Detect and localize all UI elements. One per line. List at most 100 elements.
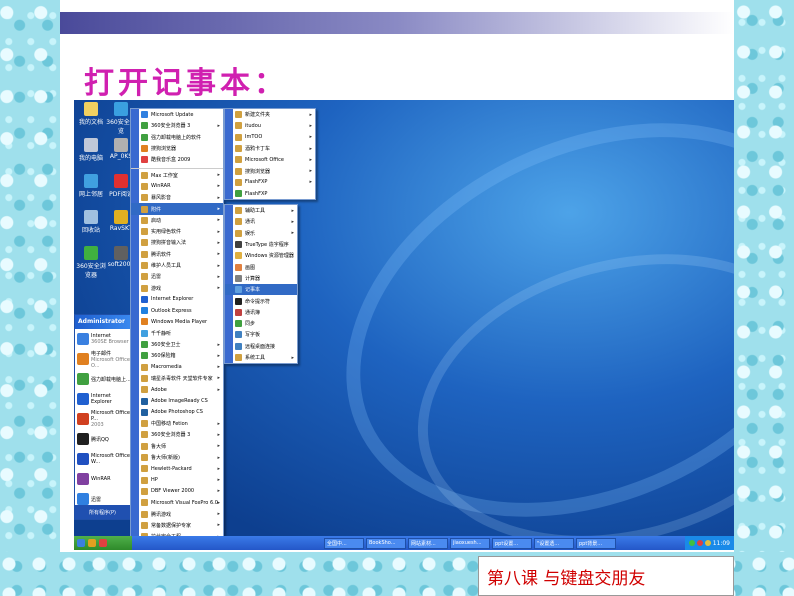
menu-item[interactable]: 360安全浏览器 3 ▸	[131, 120, 223, 131]
menu-item[interactable]: DBF Viewer 2000 ▸	[131, 486, 223, 497]
menu-item[interactable]: 腾讯软件 ▸	[131, 249, 223, 260]
chevron-right-icon: ▸	[217, 251, 220, 258]
menu-item-label: 附件	[151, 206, 162, 213]
start-menu-item[interactable]: Microsoft Office W...	[75, 449, 133, 469]
menu-item[interactable]: 暴风影音 ▸	[131, 192, 223, 203]
menu-item[interactable]: 同步	[225, 318, 297, 329]
all-programs-button[interactable]: 所有程序(P)	[75, 505, 133, 519]
menu-item[interactable]: Macromedia ▸	[131, 362, 223, 373]
menu-item[interactable]: 命令提示符	[225, 295, 297, 306]
menu-item-label: 瑞星杀毒软件 天堂软件专家	[151, 375, 213, 382]
taskbar-window-button[interactable]: jiaoxuesh...	[450, 537, 490, 549]
taskbar-window-button[interactable]: "设置透...	[534, 537, 574, 549]
menu-item-label: FlashFXP	[245, 179, 268, 186]
menu-item[interactable]: 系统工具 ▸	[225, 352, 297, 363]
menu-item[interactable]: 腾讯游戏 ▸	[131, 508, 223, 519]
menu-item[interactable]: 鲁大师(新版) ▸	[131, 452, 223, 463]
menu-item[interactable]: 鲁大师 ▸	[131, 441, 223, 452]
start-menu-item[interactable]: 电子邮件 Microsoft Office O...	[75, 349, 133, 369]
menu-item[interactable]: 画图	[225, 261, 297, 272]
menu-item[interactable]: 搜狗浏览器	[131, 143, 223, 154]
chevron-right-icon: ▸	[217, 386, 220, 393]
menu-item[interactable]: WinRAR ▸	[131, 181, 223, 192]
start-button[interactable]	[74, 536, 132, 550]
menu-item[interactable]: Microsoft Office ▸	[225, 154, 315, 165]
desktop-icon[interactable]: 网上邻居	[76, 174, 106, 198]
tray-icon[interactable]	[704, 540, 711, 546]
menu-item[interactable]: Hewlett-Packard ▸	[131, 463, 223, 474]
menu-item[interactable]: 搜狗浏览器 ▸	[225, 165, 315, 176]
menu-item[interactable]: Microsoft Visual FoxPro 6.0 ▸	[131, 497, 223, 508]
menu-item[interactable]: 实用绿色软件 ▸	[131, 226, 223, 237]
quick-launch-icon[interactable]	[88, 539, 96, 547]
menu-item[interactable]: FlashFXP	[225, 188, 315, 199]
tray-icon[interactable]	[696, 540, 703, 546]
menu-item[interactable]: TrueType 造字程序	[225, 239, 297, 250]
menu-item[interactable]: Adobe ▸	[131, 384, 223, 395]
menu-item[interactable]: HP ▸	[131, 475, 223, 486]
menu-item[interactable]: 360安全卫士 ▸	[131, 339, 223, 350]
menu-item[interactable]: Outlook Express	[131, 305, 223, 316]
menu-item[interactable]: 启动 ▸	[131, 215, 223, 226]
item-title: Internet Explorer	[91, 393, 112, 405]
menu-item[interactable]: itudou ▸	[225, 120, 315, 131]
chevron-right-icon: ▸	[217, 194, 220, 201]
menu-item[interactable]: 通讯 ▸	[225, 216, 297, 227]
menu-item[interactable]: ImTOO ▸	[225, 132, 315, 143]
menu-item[interactable]: 游戏 ▸	[131, 282, 223, 293]
start-menu-item[interactable]: Microsoft Office P... 2003	[75, 409, 133, 429]
start-menu-item-label: 腾讯QQ	[91, 436, 109, 443]
program-icon	[77, 473, 89, 485]
desktop-icon[interactable]: 回收站	[76, 210, 106, 234]
menu-item[interactable]: 360安全浏览器 3 ▸	[131, 429, 223, 440]
tray-icon[interactable]	[688, 540, 695, 546]
start-menu-item[interactable]: WinRAR	[75, 469, 133, 489]
taskbar-window-button[interactable]: 网站素材...	[408, 537, 448, 549]
taskbar-window-button[interactable]: 全国中...	[324, 537, 364, 549]
menu-item[interactable]: 迅雷 ▸	[131, 271, 223, 282]
folder-icon	[141, 521, 148, 529]
menu-item[interactable]: Microsoft Update	[131, 109, 223, 120]
menu-item[interactable]: 写字板	[225, 329, 297, 340]
start-menu-item[interactable]: 强力卸载电脑上...	[75, 369, 133, 389]
menu-item[interactable]: Adobe Photoshop CS	[131, 407, 223, 418]
menu-item[interactable]: 酷我音乐盒 2009	[131, 154, 223, 165]
menu-item[interactable]: Windows 资源管理器	[225, 250, 297, 261]
taskbar-window-button[interactable]: ppt设置...	[492, 537, 532, 549]
menu-item[interactable]: 新建文件夹 ▸	[225, 109, 315, 120]
chevron-right-icon: ▸	[217, 488, 220, 495]
menu-item[interactable]: Internet Explorer	[131, 294, 223, 305]
menu-item[interactable]: 酒鸦卡丁车 ▸	[225, 143, 315, 154]
quick-launch-icon[interactable]	[99, 539, 107, 547]
desktop-icon-label: 360安全浏览器	[76, 263, 106, 279]
menu-item[interactable]: FlashFXP ▸	[225, 177, 315, 188]
start-menu-item[interactable]: 腾讯QQ	[75, 429, 133, 449]
menu-item[interactable]: 辅助工具 ▸	[225, 205, 297, 216]
start-menu-item[interactable]: Internet 360SE Browser	[75, 329, 133, 349]
menu-item[interactable]: Adobe ImageReady CS	[131, 395, 223, 406]
menu-item[interactable]: 远程桌面连接	[225, 341, 297, 352]
menu-item[interactable]: 娱乐 ▸	[225, 228, 297, 239]
menu-item[interactable]: 360保险箱 ▸	[131, 350, 223, 361]
menu-item[interactable]: 通讯簿	[225, 307, 297, 318]
menu-item[interactable]: 千千静听	[131, 328, 223, 339]
start-menu-item[interactable]: Internet Explorer	[75, 389, 133, 409]
desktop-icon[interactable]: 360安全浏览器	[76, 246, 106, 279]
menu-item[interactable]: 记事本	[225, 284, 297, 296]
clock[interactable]: 11:09	[713, 540, 730, 547]
menu-item[interactable]: Max 工作室 ▸	[131, 169, 223, 180]
taskbar-window-button[interactable]: ppt背景...	[576, 537, 616, 549]
menu-item[interactable]: 强力卸载电脑上的软件	[131, 132, 223, 143]
desktop-icon[interactable]: 我的电脑	[76, 138, 106, 162]
menu-item[interactable]: 维护人员工具 ▸	[131, 260, 223, 271]
menu-item[interactable]: 搜狗拼音输入法 ▸	[131, 237, 223, 248]
start-menu: Administrator Internet 360SE Browser 电子邮件 M…	[74, 314, 134, 520]
taskbar-window-button[interactable]: BookSho...	[366, 537, 406, 549]
menu-item[interactable]: 中国移动 Fetion ▸	[131, 418, 223, 429]
menu-item[interactable]: 常备数据保护专家 ▸	[131, 520, 223, 531]
desktop-icon[interactable]: 我的文档	[76, 102, 106, 126]
menu-item[interactable]: 瑞星杀毒软件 天堂软件专家 ▸	[131, 373, 223, 384]
menu-item[interactable]: 计算器	[225, 273, 297, 284]
menu-item[interactable]: 附件 ▸	[131, 203, 223, 215]
menu-item[interactable]: Windows Media Player	[131, 316, 223, 327]
